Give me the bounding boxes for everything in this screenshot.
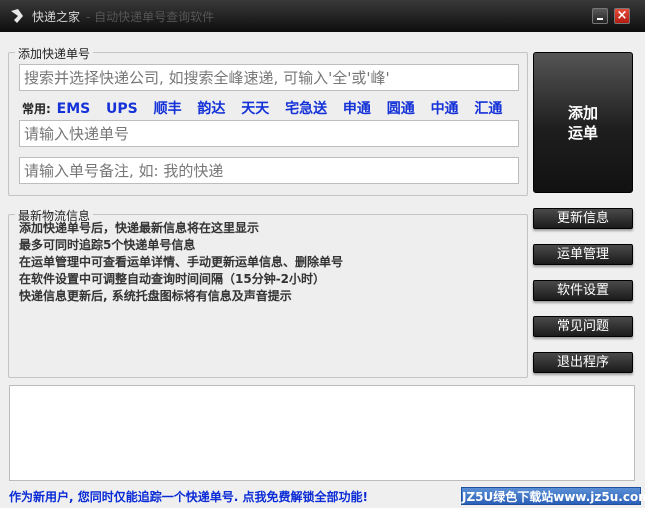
waybill-management-button[interactable]: 运单管理: [533, 244, 633, 265]
info-line: 在软件设置中可调整自动查询时间间隔（15分钟-2小时）: [19, 272, 326, 286]
title-bar: 快递之家 - 自动快递单号查询软件 ×: [0, 0, 645, 32]
courier-company-search-input[interactable]: [19, 64, 519, 91]
unlock-features-link[interactable]: 作为新用户, 您同时仅能追踪一个快递单号. 点我免费解锁全部功能!: [9, 488, 368, 505]
add-tracking-group-title: 添加快递单号: [15, 45, 94, 62]
minimize-button[interactable]: [592, 8, 608, 24]
tracking-note-input[interactable]: [19, 157, 519, 184]
courier-link-shentong[interactable]: 申通: [343, 98, 371, 118]
add-waybill-button[interactable]: 添加运单: [533, 52, 633, 193]
courier-link-zhaijisong[interactable]: 宅急送: [285, 98, 327, 118]
courier-link-shunfeng[interactable]: 顺丰: [154, 98, 182, 118]
add-waybill-label: 添加运单: [567, 103, 598, 142]
exit-program-button[interactable]: 退出程序: [533, 352, 633, 373]
courier-link-tiantian[interactable]: 天天: [241, 98, 269, 118]
courier-link-huitong[interactable]: 汇通: [474, 98, 502, 118]
app-subtitle: - 自动快递单号查询软件: [86, 10, 215, 24]
common-couriers-label: 常用:: [22, 102, 51, 116]
app-logo-icon: [11, 9, 23, 23]
message-log-area[interactable]: [9, 385, 635, 481]
refresh-info-button[interactable]: 更新信息: [533, 208, 633, 229]
courier-link-yunda[interactable]: 韵达: [197, 98, 225, 118]
tracking-number-input[interactable]: [19, 120, 519, 147]
info-line: 快递信息更新后, 系统托盘图标将有信息及声音提示: [19, 289, 292, 303]
common-couriers-row: 常用: EMS UPS 顺丰 韵达 天天 宅急送 申通 圆通 中通 汇通: [22, 98, 514, 118]
courier-link-zhongtong[interactable]: 中通: [431, 98, 459, 118]
site-watermark: JZ5U绿色下载站www.jz5u.com: [461, 487, 645, 505]
app-name: 快递之家: [32, 10, 81, 24]
courier-link-ems[interactable]: EMS: [57, 101, 91, 117]
close-button[interactable]: ×: [614, 8, 630, 24]
info-line: 在运单管理中可查看运单详情、手动更新运单信息、删除单号: [19, 255, 344, 269]
window-title: 快递之家 - 自动快递单号查询软件: [32, 8, 214, 25]
info-line: 最多可同时追踪5个快递单号信息: [19, 238, 196, 252]
courier-link-ups[interactable]: UPS: [106, 101, 138, 117]
logistics-info-list: 添加快递单号后，快递最新信息将在这里显示 最多可同时追踪5个快递单号信息 在运单…: [19, 220, 343, 305]
info-line: 添加快递单号后，快递最新信息将在这里显示: [19, 221, 260, 235]
courier-link-yuantong[interactable]: 圆通: [387, 98, 415, 118]
software-settings-button[interactable]: 软件设置: [533, 280, 633, 301]
faq-button[interactable]: 常见问题: [533, 316, 633, 337]
